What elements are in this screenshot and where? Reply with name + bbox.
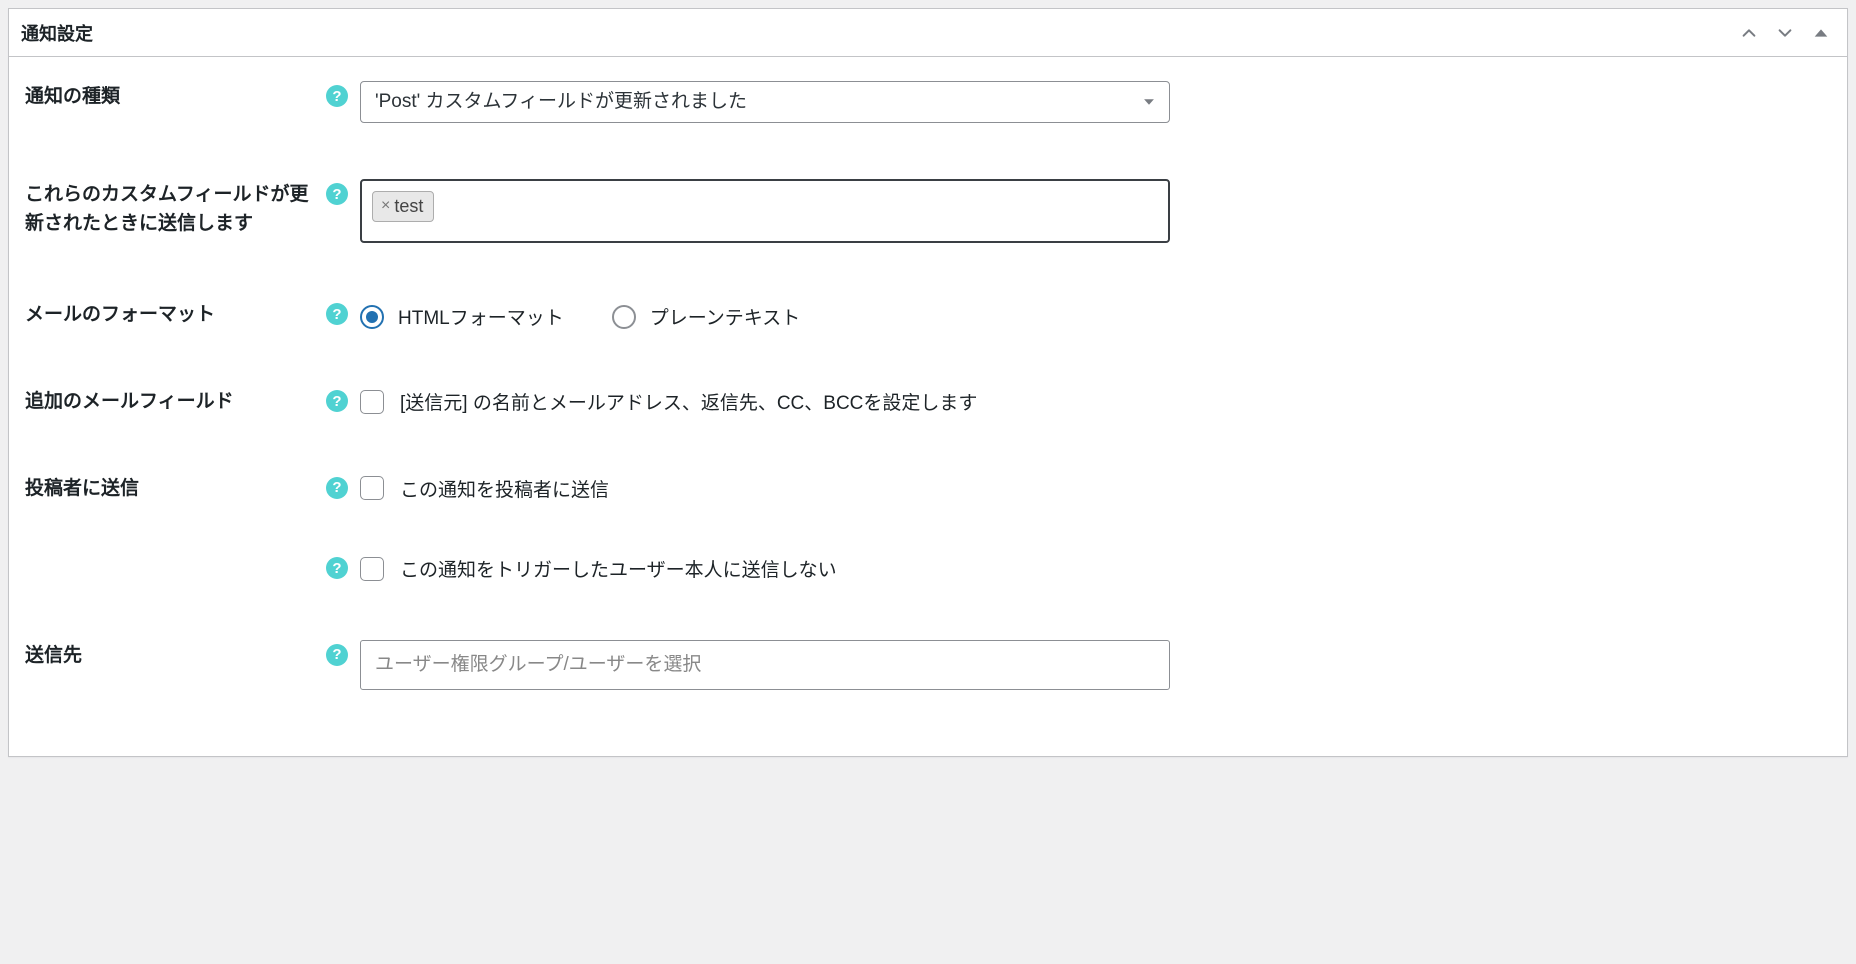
radio-label-plain: プレーンテキスト bbox=[650, 303, 800, 330]
help-icon[interactable]: ? bbox=[326, 183, 348, 205]
label-additional-mail-fields: 追加のメールフィールド bbox=[25, 386, 234, 417]
tag-label: test bbox=[394, 195, 423, 218]
label-send-to-author: 投稿者に送信 bbox=[25, 473, 139, 504]
row-notification-type: 通知の種類 ? 'Post' カスタムフィールドが更新されました bbox=[25, 81, 1831, 123]
label-custom-fields-trigger: これらのカスタムフィールドが更新されたときに送信します bbox=[25, 179, 318, 238]
toggle-panel-icon[interactable] bbox=[1807, 19, 1835, 47]
checkbox-icon bbox=[360, 390, 384, 414]
help-icon[interactable]: ? bbox=[326, 390, 348, 412]
row-skip-triggering-user: ? この通知をトリガーしたユーザー本人に送信しない bbox=[25, 553, 1831, 584]
row-mail-format: メールのフォーマット ? HTMLフォーマット プレーンテキスト bbox=[25, 299, 1831, 330]
checkbox-skip-triggering-user[interactable]: この通知をトリガーしたユーザー本人に送信しない bbox=[360, 553, 837, 582]
notification-settings-panel: 通知設定 通知の種類 ? 'Post' カスタムフィールドが更新されました bbox=[8, 8, 1848, 757]
panel-controls bbox=[1735, 19, 1835, 47]
label-mail-format: メールのフォーマット bbox=[25, 299, 215, 330]
panel-body: 通知の種類 ? 'Post' カスタムフィールドが更新されました これらのカスタ… bbox=[9, 57, 1847, 756]
notification-type-select[interactable]: 'Post' カスタムフィールドが更新されました bbox=[360, 81, 1170, 123]
help-icon[interactable]: ? bbox=[326, 557, 348, 579]
label-send-to: 送信先 bbox=[25, 640, 82, 671]
move-down-icon[interactable] bbox=[1771, 19, 1799, 47]
row-send-to: 送信先 ? bbox=[25, 640, 1831, 690]
row-custom-fields-trigger: これらのカスタムフィールドが更新されたときに送信します ? × test bbox=[25, 179, 1831, 243]
checkbox-label-additional-fields: [送信元] の名前とメールアドレス、返信先、CC、BCCを設定します bbox=[400, 388, 977, 415]
checkbox-icon bbox=[360, 557, 384, 581]
label-notification-type: 通知の種類 bbox=[25, 81, 120, 112]
checkbox-icon bbox=[360, 476, 384, 500]
row-additional-mail-fields: 追加のメールフィールド ? [送信元] の名前とメールアドレス、返信先、CC、B… bbox=[25, 386, 1831, 417]
panel-title: 通知設定 bbox=[21, 20, 1735, 46]
move-up-icon[interactable] bbox=[1735, 19, 1763, 47]
tag-remove-icon[interactable]: × bbox=[381, 196, 390, 217]
help-icon[interactable]: ? bbox=[326, 85, 348, 107]
row-send-to-author: 投稿者に送信 ? この通知を投稿者に送信 bbox=[25, 473, 1831, 504]
checkbox-send-to-author[interactable]: この通知を投稿者に送信 bbox=[360, 473, 609, 502]
radio-icon bbox=[360, 305, 384, 329]
radio-plain-format[interactable]: プレーンテキスト bbox=[612, 303, 800, 330]
checkbox-label-send-to-author: この通知を投稿者に送信 bbox=[400, 475, 609, 502]
radio-html-format[interactable]: HTMLフォーマット bbox=[360, 303, 564, 330]
send-to-input[interactable] bbox=[360, 640, 1170, 690]
panel-header: 通知設定 bbox=[9, 9, 1847, 57]
help-icon[interactable]: ? bbox=[326, 644, 348, 666]
help-icon[interactable]: ? bbox=[326, 303, 348, 325]
help-icon[interactable]: ? bbox=[326, 477, 348, 499]
tag-chip: × test bbox=[372, 191, 434, 222]
custom-fields-tag-input[interactable]: × test bbox=[360, 179, 1170, 243]
radio-icon bbox=[612, 305, 636, 329]
checkbox-additional-mail-fields[interactable]: [送信元] の名前とメールアドレス、返信先、CC、BCCを設定します bbox=[360, 386, 977, 415]
checkbox-label-skip-triggering-user: この通知をトリガーしたユーザー本人に送信しない bbox=[400, 555, 837, 582]
radio-label-html: HTMLフォーマット bbox=[398, 303, 564, 330]
